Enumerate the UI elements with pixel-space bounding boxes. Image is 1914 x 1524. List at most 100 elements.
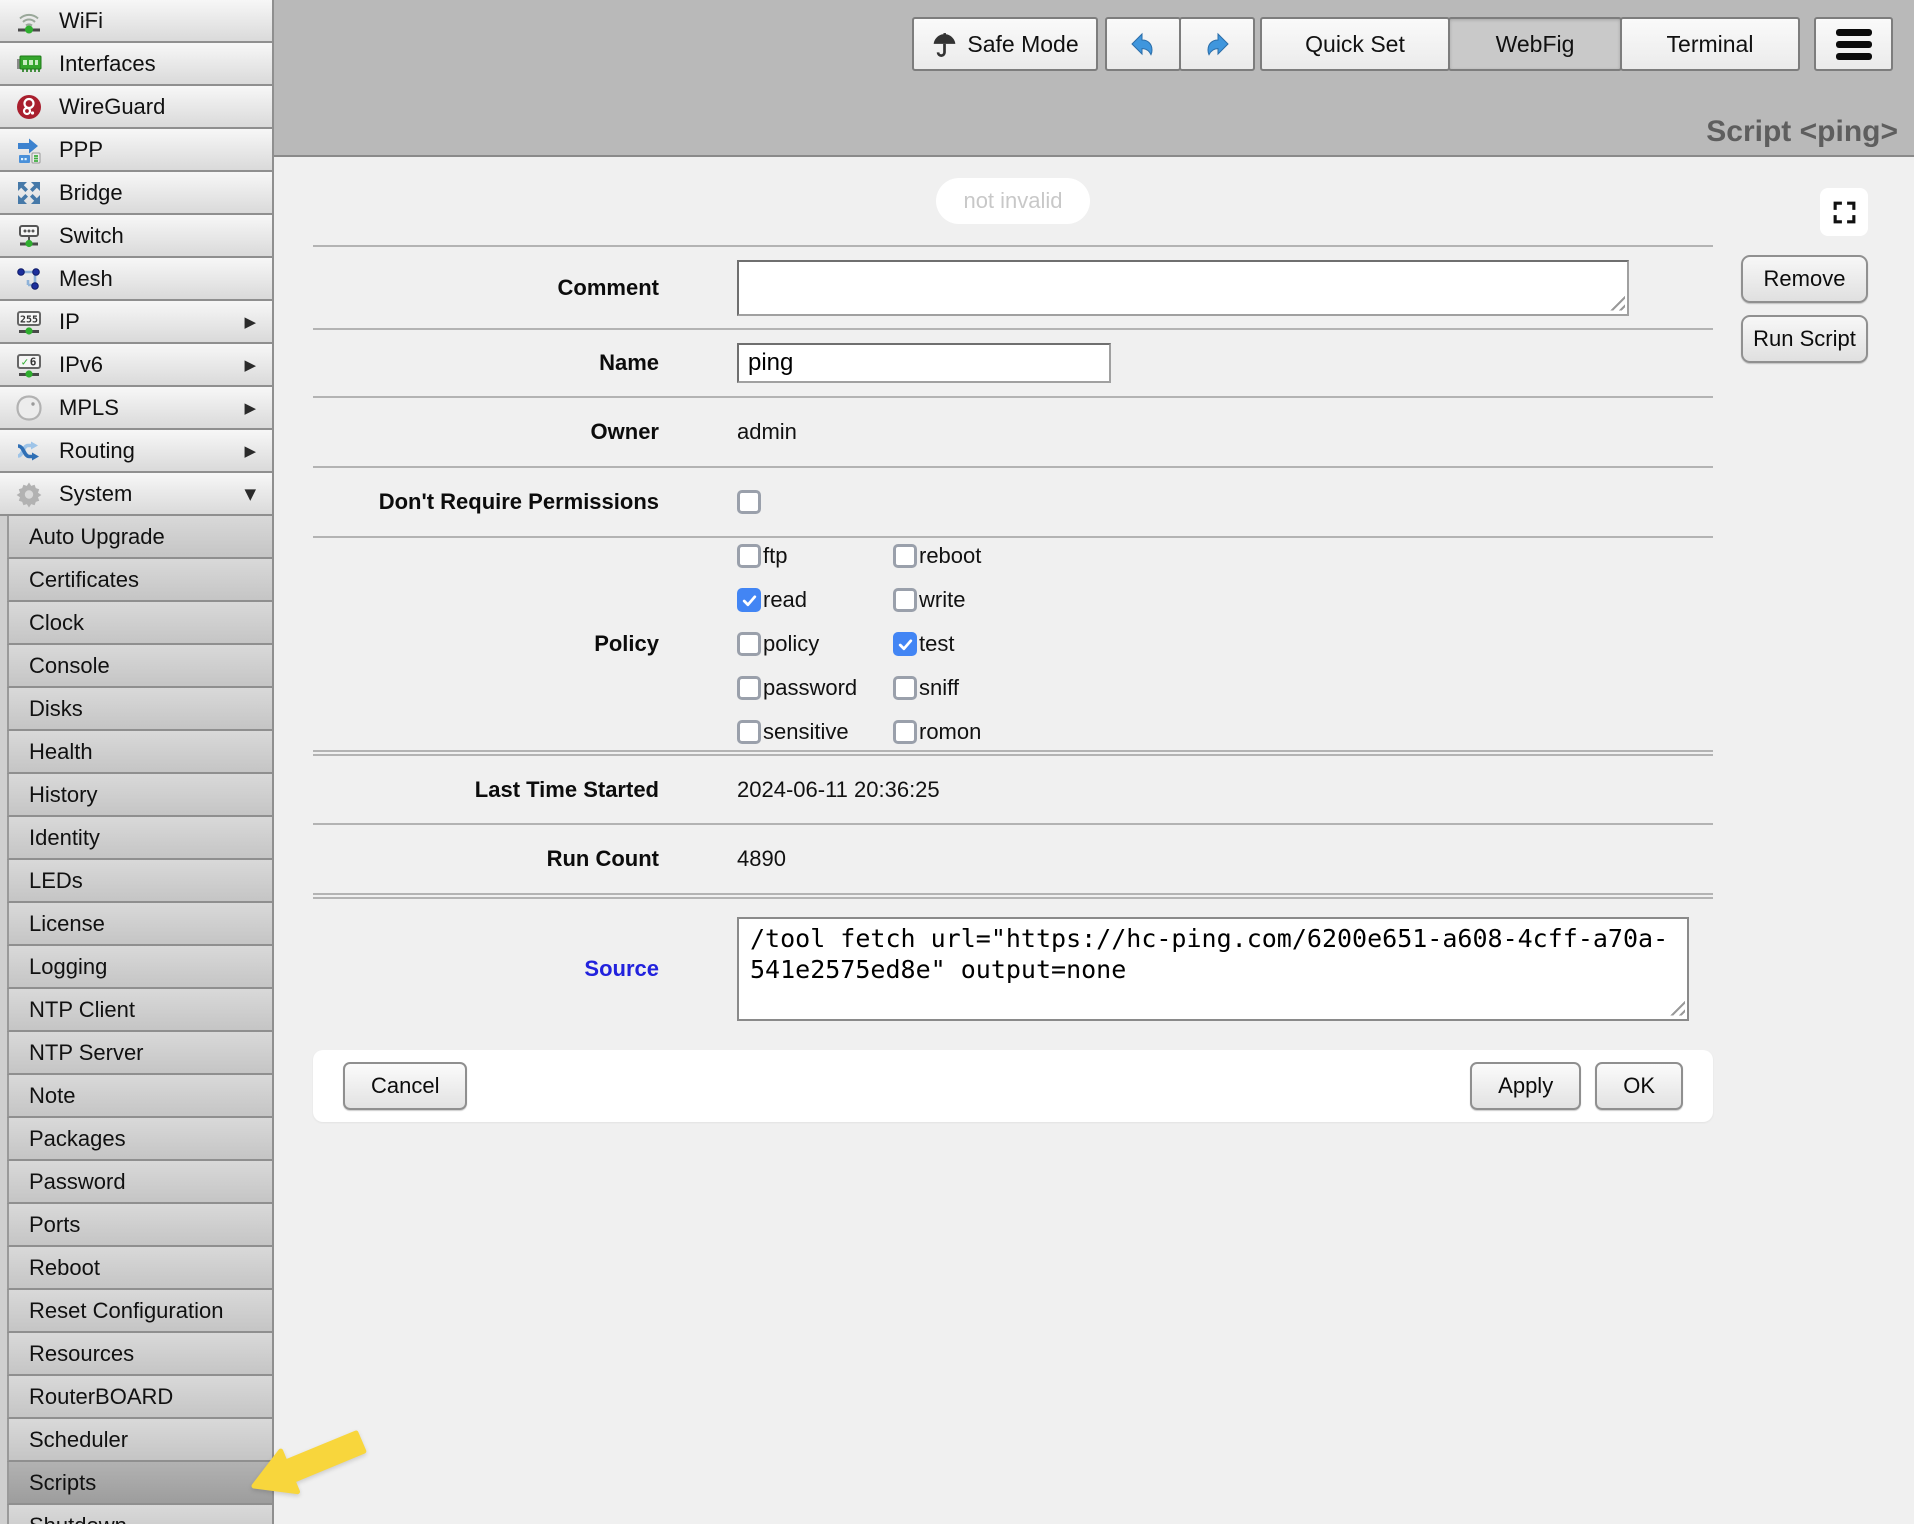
policy-checkbox-write[interactable] (893, 588, 917, 612)
policy-checkbox-test[interactable] (893, 632, 917, 656)
sidebar-item-password[interactable]: Password (7, 1161, 272, 1204)
policy-checkbox-reboot[interactable] (893, 544, 917, 568)
chevron-right-icon: ▶ (244, 399, 256, 417)
run-script-button[interactable]: Run Script (1741, 315, 1868, 363)
apply-button[interactable]: Apply (1470, 1062, 1581, 1110)
mesh-icon (14, 264, 44, 294)
sidebar-item-mesh[interactable]: Mesh (0, 258, 272, 301)
remove-button[interactable]: Remove (1741, 255, 1868, 303)
policy-checkbox-sensitive[interactable] (737, 720, 761, 744)
policy-checkbox-sniff[interactable] (893, 676, 917, 700)
policy-grid: ftprebootreadwritepolicytestpasswordsnif… (737, 543, 1213, 745)
source-input[interactable]: /tool fetch url="https://hc-ping.com/620… (737, 917, 1689, 1021)
sidebar-item-ports[interactable]: Ports (7, 1204, 272, 1247)
sidebar-item-ntp-client[interactable]: NTP Client (7, 989, 272, 1032)
top-toolbar: Safe Mode Quick Set WebFig Terminal Scri… (274, 0, 1914, 157)
sidebar-item-leds[interactable]: LEDs (7, 860, 272, 903)
content: not invalid Comment Name Owner (274, 157, 1914, 1524)
sidebar-system-submenu: Auto UpgradeCertificatesClockConsoleDisk… (0, 516, 272, 1524)
menu-button[interactable] (1814, 17, 1893, 71)
dont-require-permissions-checkbox[interactable] (737, 490, 761, 514)
name-input[interactable] (737, 343, 1111, 383)
status-badge: not invalid (936, 178, 1089, 224)
sidebar-item-ppp[interactable]: PPP (0, 129, 272, 172)
policy-option-write: write (893, 587, 1213, 613)
sidebar-item-auto-upgrade[interactable]: Auto Upgrade (7, 516, 272, 559)
ipv6-icon: ✓6 (14, 350, 44, 380)
safe-mode-button[interactable]: Safe Mode (912, 17, 1098, 71)
form-row-run-count: Run Count 4890 (313, 823, 1713, 893)
policy-checkbox-romon[interactable] (893, 720, 917, 744)
sidebar-item-ipv6[interactable]: ✓6IPv6▶ (0, 344, 272, 387)
tab-terminal[interactable]: Terminal (1620, 17, 1800, 71)
policy-option-romon: romon (893, 719, 1213, 745)
ok-button[interactable]: OK (1595, 1062, 1683, 1110)
form-row-policy: Policy ftprebootreadwritepolicytestpassw… (313, 536, 1713, 750)
sidebar-item-scheduler[interactable]: Scheduler (7, 1419, 272, 1462)
policy-option-policy: policy (737, 631, 893, 657)
sidebar-item-identity[interactable]: Identity (7, 817, 272, 860)
undo-icon (1128, 29, 1158, 59)
policy-checkbox-password[interactable] (737, 676, 761, 700)
mpls-icon (14, 393, 44, 423)
bridge-icon (14, 178, 44, 208)
system-icon (14, 479, 44, 509)
policy-checkbox-read[interactable] (737, 588, 761, 612)
cancel-button[interactable]: Cancel (343, 1062, 467, 1110)
sidebar-item-scripts[interactable]: Scripts (7, 1462, 272, 1505)
comment-input[interactable] (737, 260, 1629, 316)
sidebar-item-switch[interactable]: Switch (0, 215, 272, 258)
sidebar-item-resources[interactable]: Resources (7, 1333, 272, 1376)
sidebar-item-bridge[interactable]: Bridge (0, 172, 272, 215)
sidebar-item-clock[interactable]: Clock (7, 602, 272, 645)
sidebar-item-reset-configuration[interactable]: Reset Configuration (7, 1290, 272, 1333)
policy-option-sniff: sniff (893, 675, 1213, 701)
svg-text:✓: ✓ (21, 357, 29, 368)
chevron-right-icon: ▶ (244, 313, 256, 331)
sidebar-item-license[interactable]: License (7, 903, 272, 946)
tab-quick-set[interactable]: Quick Set (1260, 17, 1450, 71)
sidebar-item-health[interactable]: Health (7, 731, 272, 774)
interfaces-icon (14, 49, 44, 79)
fullscreen-icon (1831, 199, 1858, 226)
wireguard-icon (14, 92, 44, 122)
script-form: not invalid Comment Name Owner (313, 157, 1713, 1122)
sidebar-item-certificates[interactable]: Certificates (7, 559, 272, 602)
sidebar-item-console[interactable]: Console (7, 645, 272, 688)
tab-webfig[interactable]: WebFig (1448, 17, 1622, 71)
sidebar-item-disks[interactable]: Disks (7, 688, 272, 731)
sidebar-item-reboot[interactable]: Reboot (7, 1247, 272, 1290)
sidebar: WiFiInterfacesWireGuardPPPBridgeSwitchMe… (0, 0, 274, 1524)
owner-label: Owner (313, 419, 737, 445)
sidebar-item-routerboard[interactable]: RouterBOARD (7, 1376, 272, 1419)
undo-button[interactable] (1105, 17, 1181, 71)
form-row-source: Source /tool fetch url="https://hc-ping.… (313, 893, 1713, 1038)
chevron-right-icon: ▶ (244, 442, 256, 460)
redo-icon (1202, 29, 1232, 59)
sidebar-item-wireguard[interactable]: WireGuard (0, 86, 272, 129)
sidebar-item-interfaces[interactable]: Interfaces (0, 43, 272, 86)
policy-option-ftp: ftp (737, 543, 893, 569)
sidebar-item-system[interactable]: System▼ (0, 473, 272, 516)
status-row: not invalid (313, 157, 1713, 245)
source-label[interactable]: Source (313, 956, 737, 982)
policy-option-read: read (737, 587, 893, 613)
sidebar-item-logging[interactable]: Logging (7, 946, 272, 989)
sidebar-item-history[interactable]: History (7, 774, 272, 817)
sidebar-item-ip[interactable]: 255IP▶ (0, 301, 272, 344)
sidebar-item-ntp-server[interactable]: NTP Server (7, 1032, 272, 1075)
sidebar-item-wifi[interactable]: WiFi (0, 0, 272, 43)
redo-button[interactable] (1179, 17, 1255, 71)
policy-checkbox-ftp[interactable] (737, 544, 761, 568)
action-bar: Cancel Apply OK (313, 1050, 1713, 1122)
sidebar-item-mpls[interactable]: MPLS▶ (0, 387, 272, 430)
sidebar-item-note[interactable]: Note (7, 1075, 272, 1118)
sidebar-item-shutdown[interactable]: Shutdown (7, 1505, 272, 1524)
policy-checkbox-policy[interactable] (737, 632, 761, 656)
sidebar-item-routing[interactable]: Routing▶ (0, 430, 272, 473)
sidebar-item-packages[interactable]: Packages (7, 1118, 272, 1161)
policy-option-reboot: reboot (893, 543, 1213, 569)
ppp-icon (14, 135, 44, 165)
fullscreen-button[interactable] (1820, 188, 1868, 236)
page-title: Script <ping> (1706, 115, 1898, 149)
